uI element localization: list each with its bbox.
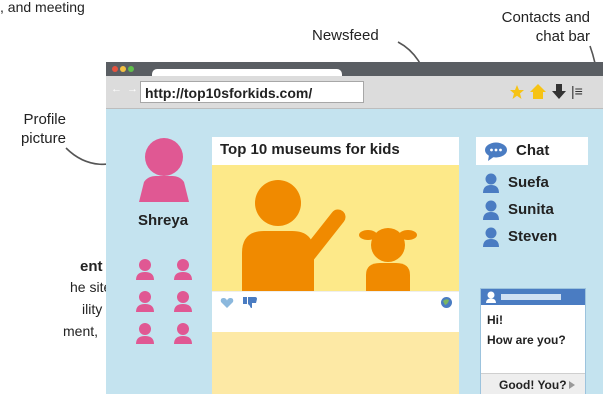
friend-avatar-icon (136, 323, 154, 344)
contact-avatar-icon (483, 173, 499, 193)
friend-avatar-icon (136, 259, 154, 280)
contact-list: Suefa Sunita Steven (476, 168, 588, 254)
chat-title: Chat (516, 142, 550, 159)
globe-share-icon[interactable] (440, 296, 453, 309)
browser-titlebar (106, 62, 603, 81)
post-title[interactable]: Top 10 museums for kids (220, 141, 400, 158)
contact-avatar-icon (483, 227, 499, 247)
profile-picture[interactable] (134, 136, 194, 202)
chat-reply-text: Good! You? (499, 378, 567, 392)
contact-item[interactable]: Sunita (482, 199, 588, 223)
chat-window-header[interactable] (481, 289, 585, 305)
friend-avatar-icon (136, 291, 154, 312)
chat-partner-avatar-icon (486, 291, 496, 303)
contact-name: Steven (508, 228, 558, 245)
bookmark-star-icon[interactable] (509, 84, 525, 100)
browser-window: ← → C http://top10sforkids.com/ |≡ Shrey… (106, 62, 603, 394)
chat-bubble-icon (485, 142, 507, 161)
contact-avatar-icon (483, 200, 499, 220)
contact-item[interactable]: Steven (482, 226, 588, 250)
chat-reply-box[interactable]: Good! You? (481, 373, 585, 394)
friends-grid (132, 258, 202, 354)
browser-toolbar: ← → C http://top10sforkids.com/ |≡ (106, 76, 603, 109)
profile-name: Shreya (138, 212, 189, 229)
download-icon[interactable] (552, 83, 566, 101)
next-post-preview (212, 332, 459, 394)
close-window-icon[interactable] (112, 66, 118, 72)
post-actions (212, 291, 459, 314)
friend-avatar-icon (174, 291, 192, 312)
contact-name: Suefa (508, 174, 549, 191)
address-bar[interactable]: http://top10sforkids.com/ (140, 81, 364, 103)
home-icon[interactable] (529, 83, 547, 101)
like-heart-icon[interactable] (220, 297, 234, 309)
chat-header[interactable]: Chat (476, 137, 588, 165)
minimize-window-icon[interactable] (120, 66, 126, 72)
chat-window: Hi! How are you? Good! You? (480, 288, 586, 394)
chat-message: How are you? (487, 333, 566, 347)
chat-message: Hi! (487, 313, 503, 327)
thumbs-down-icon[interactable] (242, 296, 258, 310)
contact-name: Sunita (508, 201, 554, 218)
post-image[interactable] (212, 165, 459, 291)
friend-avatar-icon (174, 259, 192, 280)
maximize-window-icon[interactable] (128, 66, 134, 72)
friend-avatar-icon (174, 323, 192, 344)
send-arrow-icon[interactable] (569, 381, 575, 389)
contact-item[interactable]: Suefa (482, 172, 588, 196)
menu-icon[interactable]: |≡ (571, 83, 583, 99)
chat-partner-name-bar (501, 294, 561, 300)
